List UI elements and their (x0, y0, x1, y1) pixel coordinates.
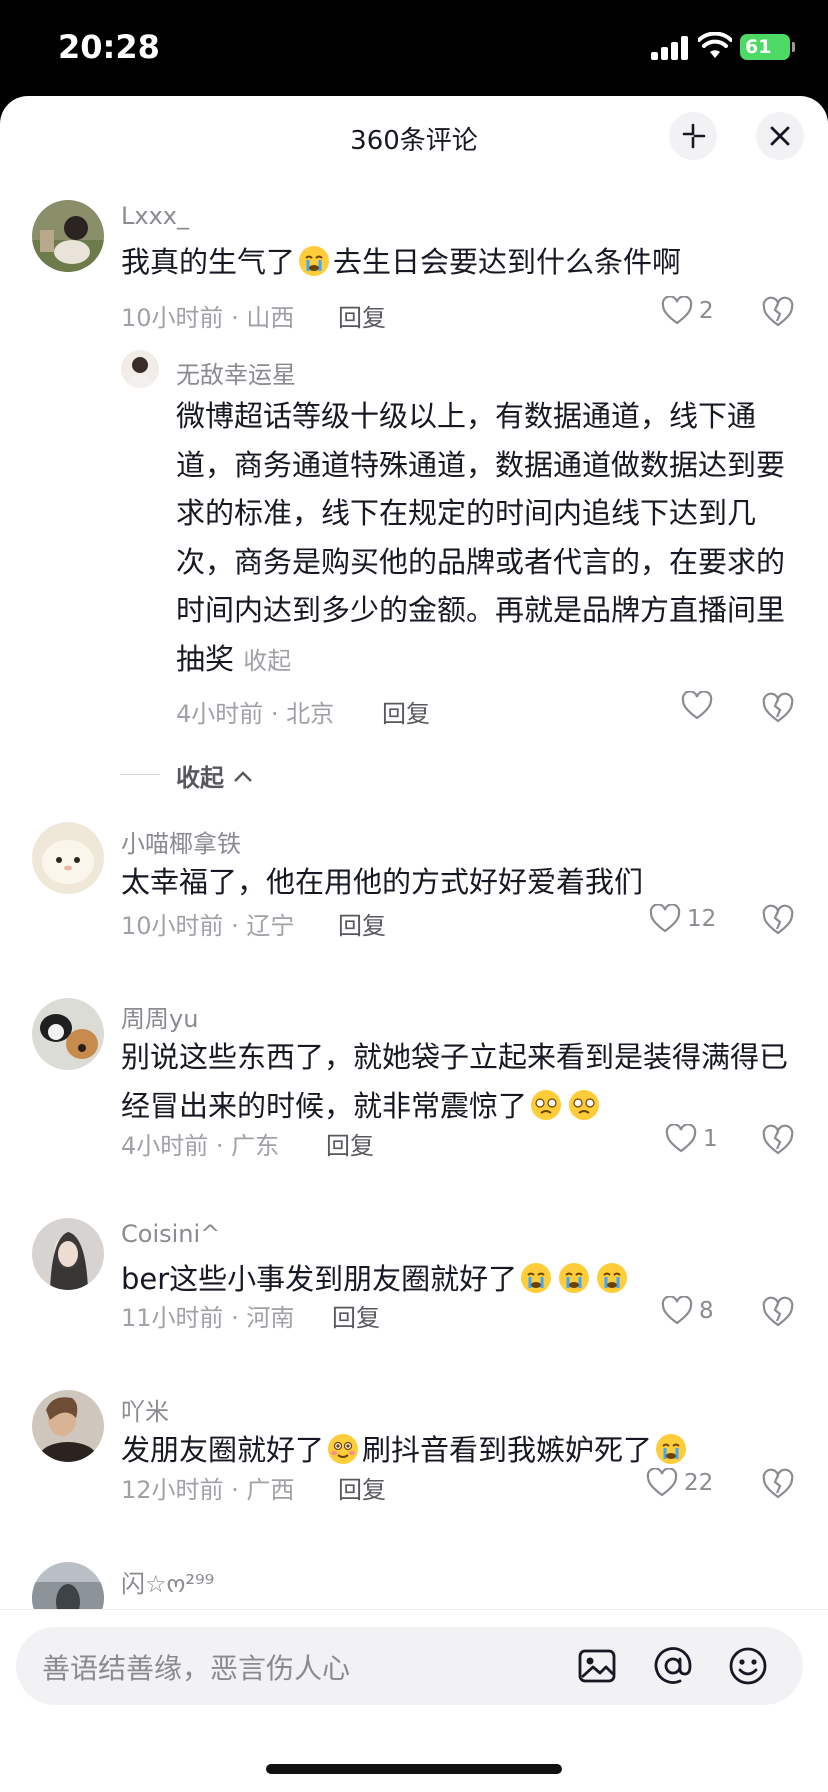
dislike-icon[interactable] (761, 1123, 795, 1157)
comment-text: 别说这些东西了，就她袋子立起来看到是装得满得已经冒出来的时候，就非常震惊了 (121, 1033, 811, 1131)
username[interactable]: Coisini^ (121, 1220, 220, 1248)
comment-sheet: 360条评论 Lxxx_ 我真的生气了 去生日会要达到什么条件啊 10小时前 · … (0, 96, 828, 1792)
comment-text-part: ber这些小事发到朋友圈就好了 (121, 1262, 518, 1296)
dislike-icon[interactable] (761, 691, 795, 725)
reply-button[interactable]: 回复 (338, 906, 386, 941)
comment-input[interactable]: 善语结善缘，恶言伤人心 (16, 1627, 803, 1705)
like-button[interactable]: 22 (646, 1466, 713, 1500)
home-indicator (266, 1764, 562, 1774)
close-icon (770, 126, 790, 146)
reply-button[interactable]: 回复 (338, 298, 386, 333)
crying-emoji-icon (559, 1263, 590, 1293)
comment-text: 微博超话等级十级以上，有数据通道，线下通道，商务通道特殊通道，数据通道做数据达到… (176, 392, 786, 685)
avatar[interactable] (121, 350, 159, 388)
emoji-icon[interactable] (727, 1645, 769, 1687)
chevron-up-icon (234, 771, 253, 782)
like-count: 22 (684, 1470, 714, 1496)
teary-emoji-icon (569, 1090, 600, 1120)
comment-meta: 4小时前 · 广东 (121, 1132, 280, 1160)
crying-emoji-icon (597, 1263, 628, 1293)
dislike-icon[interactable] (761, 1467, 795, 1501)
comment-meta: 10小时前 · 山西 (121, 304, 295, 332)
wifi-icon (698, 32, 732, 58)
dislike-icon[interactable] (761, 295, 795, 329)
reply-button[interactable]: 回复 (338, 1470, 386, 1505)
fold-label[interactable]: 收起 (176, 758, 254, 793)
input-placeholder: 善语结善缘，恶言伤人心 (42, 1652, 351, 1685)
heart-icon (661, 1296, 693, 1325)
crying-emoji-icon (656, 1434, 687, 1464)
reply-button[interactable]: 回复 (332, 1298, 380, 1333)
reply-button[interactable]: 回复 (382, 694, 430, 729)
username[interactable]: 闪☆ო²⁹⁹ (121, 1564, 214, 1599)
heart-icon (665, 1124, 697, 1153)
heart-icon (649, 904, 681, 933)
shrink-icon (682, 123, 706, 149)
username[interactable]: 小喵椰拿铁 (121, 824, 241, 859)
username[interactable]: 无敌幸运星 (176, 355, 296, 390)
collapse-link[interactable]: 收起 (243, 647, 291, 675)
image-icon[interactable] (576, 1645, 618, 1687)
comment-text-part: 别说这些东西了，就她袋子立起来看到是装得满得已经冒出来的时候，就非常震惊了 (121, 1040, 789, 1123)
like-count: 12 (687, 906, 717, 932)
comment-text-part: 发朋友圈就好了 (121, 1433, 325, 1467)
comment-text-part: 去生日会要达到什么条件啊 (333, 245, 682, 279)
avatar[interactable] (32, 1218, 104, 1290)
teary-emoji-icon (531, 1090, 562, 1120)
like-button[interactable]: 8 (661, 1294, 714, 1328)
dislike-icon[interactable] (761, 1295, 795, 1329)
crying-emoji-icon (521, 1263, 552, 1293)
comment-meta: 10小时前 · 辽宁 (121, 912, 295, 940)
battery-indicator: 61 (740, 34, 795, 60)
avatar[interactable] (32, 200, 104, 272)
status-bar: 20:28 61 (0, 0, 828, 96)
comment-meta: 4小时前 · 北京 (176, 700, 335, 728)
shy-emoji-icon (328, 1434, 359, 1464)
avatar[interactable] (32, 998, 104, 1070)
crying-emoji-icon (299, 246, 330, 276)
comment-text: 我真的生气了 去生日会要达到什么条件啊 (121, 238, 801, 287)
like-button[interactable]: 12 (649, 902, 716, 936)
status-time: 20:28 (58, 28, 160, 66)
comment-meta: 11小时前 · 河南 (121, 1304, 295, 1332)
comment-text-part: 我真的生气了 (121, 245, 296, 279)
heart-icon (661, 296, 693, 325)
like-count: 2 (699, 298, 714, 324)
like-button[interactable]: 2 (661, 294, 714, 328)
comment-text-part: 微博超话等级十级以上，有数据通道，线下通道，商务通道特殊通道，数据通道做数据达到… (176, 399, 786, 676)
like-button[interactable]: 1 (665, 1122, 718, 1156)
avatar[interactable] (32, 1390, 104, 1462)
avatar[interactable] (32, 822, 104, 894)
reply-button[interactable]: 回复 (326, 1126, 374, 1161)
username[interactable]: 吖米 (121, 1392, 169, 1427)
cellular-signal-icon (651, 36, 691, 60)
dislike-icon[interactable] (761, 903, 795, 937)
heart-icon[interactable] (681, 691, 713, 721)
heart-icon (646, 1468, 678, 1497)
comment-text-part: 刷抖音看到我嫉妒死了 (362, 1433, 653, 1467)
like-count: 1 (703, 1126, 718, 1152)
shrink-button[interactable] (669, 112, 717, 160)
at-icon[interactable] (652, 1645, 694, 1687)
comment-text: 太幸福了，他在用他的方式好好爱着我们 (121, 865, 644, 899)
username[interactable]: 周周yu (121, 999, 198, 1034)
username[interactable]: Lxxx_ (121, 202, 189, 230)
like-count: 8 (699, 1298, 714, 1324)
fold-divider (120, 774, 160, 775)
comment-meta: 12小时前 · 广西 (121, 1476, 295, 1504)
close-button[interactable] (756, 112, 804, 160)
comment-input-bar: 善语结善缘，恶言伤人心 (0, 1609, 828, 1792)
